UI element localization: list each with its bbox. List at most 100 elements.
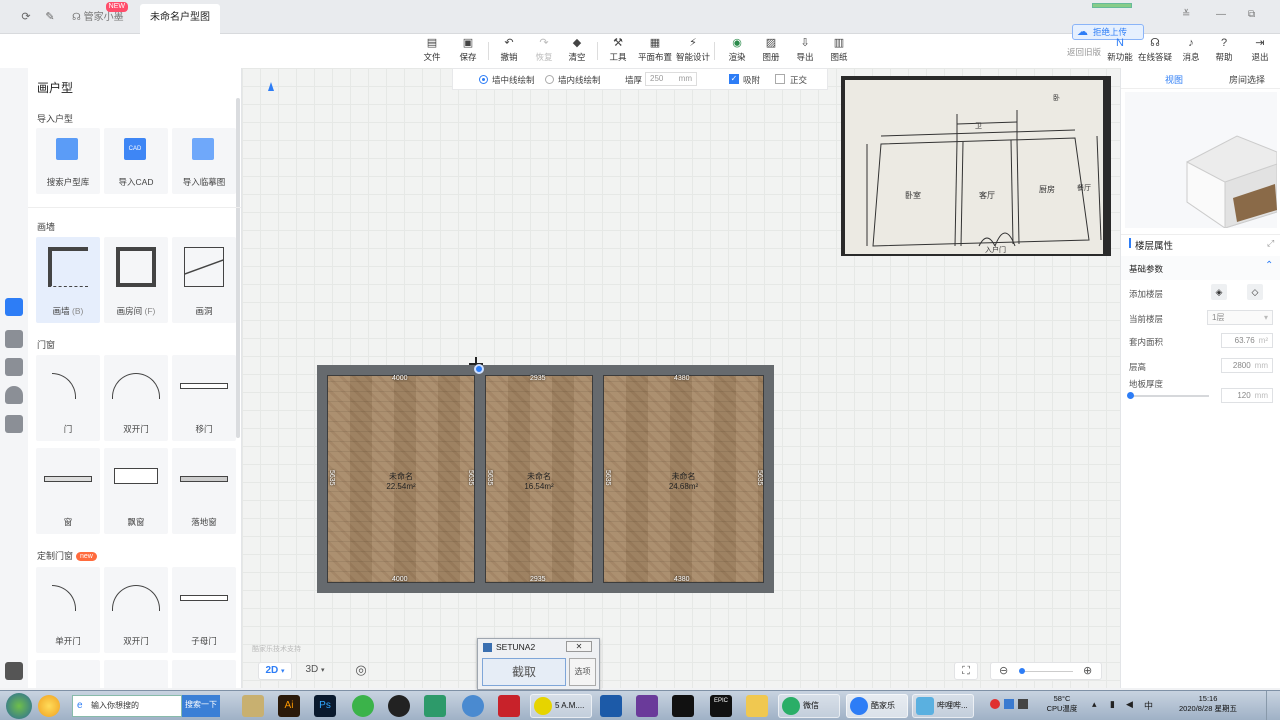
add-floor-down-icon[interactable]: ◇ — [1247, 284, 1263, 300]
slab-thickness-input[interactable]: 120 mm — [1221, 388, 1273, 403]
tray-icon[interactable] — [1018, 699, 1028, 709]
single-door-card[interactable]: 单开门 — [36, 567, 100, 653]
capture-button[interactable]: 截取 — [482, 658, 566, 686]
volume-icon[interactable]: ◀ — [1126, 699, 1133, 710]
taskbar-item-wechat[interactable]: 微信 — [778, 694, 840, 718]
window-card[interactable]: 窗 — [36, 448, 100, 534]
add-floor-up-icon[interactable]: ◈ — [1211, 284, 1227, 300]
room-3[interactable]: 4380 4380 5635 5635 未命名 24.68m² — [603, 375, 764, 583]
export-button[interactable]: ⇩ 导出 — [788, 36, 822, 66]
online-help-button[interactable]: ☊ 在线答疑 — [1138, 36, 1172, 66]
view-2d-button[interactable]: 2D ▾ — [258, 662, 292, 680]
zoom-in-icon[interactable]: ⊕ — [1083, 663, 1092, 679]
render-button[interactable]: ◉ 渲染 — [720, 36, 754, 66]
minimize-icon[interactable]: — — [1216, 9, 1226, 20]
ortho-checkbox[interactable] — [775, 74, 785, 84]
taskbar-item-kujiale[interactable]: 酷家乐 — [846, 694, 908, 718]
wall-drag-handle[interactable] — [474, 364, 484, 374]
app-icon[interactable] — [242, 695, 264, 717]
sketchup-icon[interactable] — [600, 695, 622, 717]
mother-son-door-card[interactable]: 子母门 — [172, 567, 236, 653]
photoshop-icon[interactable]: Ps — [314, 695, 336, 717]
tray-icon[interactable] — [990, 699, 1000, 709]
smart-design-button[interactable]: ⚡ 智能设计 — [676, 36, 710, 66]
show-desktop-button[interactable] — [1266, 691, 1280, 720]
furniture-icon[interactable] — [5, 330, 23, 348]
message-button[interactable]: ♪ 消息 — [1174, 36, 1208, 66]
expand-icon[interactable]: ⤢ — [1267, 238, 1274, 249]
more-card[interactable] — [104, 660, 168, 688]
slab-slider-thumb[interactable] — [1127, 392, 1134, 399]
folder-icon[interactable] — [746, 695, 768, 717]
fit-view-icon[interactable]: ⛶ — [954, 662, 978, 680]
app-icon[interactable] — [462, 695, 484, 717]
zoom-out-icon[interactable]: ⊖ — [999, 663, 1008, 679]
panel-scrollbar[interactable] — [236, 98, 240, 438]
options-button[interactable]: 选项 — [569, 658, 596, 686]
autocad-icon[interactable] — [498, 695, 520, 717]
tab-assistant[interactable]: ☊ 管家小墨 NEW — [62, 2, 136, 34]
drawing-button[interactable]: ▥ 图纸 — [822, 36, 856, 66]
new-feature-button[interactable]: N 新功能 — [1103, 36, 1137, 66]
floor-plan[interactable]: 4000 4000 5635 5635 未命名 22.54m² 2935 293… — [317, 365, 774, 593]
draw-hole-card[interactable]: 画洞 — [172, 237, 236, 323]
help-button[interactable]: ? 帮助 — [1207, 36, 1241, 66]
redo-button[interactable]: ↷ 恢复 — [527, 36, 561, 66]
taskbar-item-music[interactable]: 5 A.M.... — [530, 694, 592, 718]
app-icon[interactable] — [672, 695, 694, 717]
zoom-slider-track[interactable] — [1021, 671, 1073, 672]
close-icon[interactable]: ✕ — [566, 641, 592, 652]
tray-icon[interactable] — [1004, 699, 1014, 709]
browser-icon[interactable] — [38, 695, 60, 717]
room-2[interactable]: 2935 2935 5635 未命名 16.54m² — [485, 375, 593, 583]
draw-wall-card[interactable]: 画墙 (B) — [36, 237, 100, 323]
view-3d-button[interactable]: 3D ▾ — [298, 662, 332, 680]
panel-toggle-icon[interactable] — [5, 662, 23, 680]
network-icon[interactable]: ▮ — [1110, 699, 1115, 710]
draw-room-card[interactable]: 画房间 (F) — [104, 237, 168, 323]
back-to-old-link[interactable]: 返回旧版 — [1067, 46, 1101, 58]
chevron-up-icon[interactable]: ⌃ — [1265, 260, 1273, 271]
import-trace-card[interactable]: 导入临摹图 — [172, 128, 236, 194]
search-library-card[interactable]: 搜索户型库 — [36, 128, 100, 194]
cabinet-icon[interactable] — [5, 415, 23, 433]
zoom-slider-thumb[interactable] — [1019, 668, 1025, 674]
floor-height-input[interactable]: 2800 mm — [1221, 358, 1273, 373]
custom-double-door-card[interactable]: 双开门 — [104, 567, 168, 653]
inner-line-radio[interactable] — [545, 75, 554, 84]
pin-icon[interactable]: ✎ — [42, 9, 58, 25]
clock[interactable]: 15:16 2020/8/28 星期五 — [1160, 694, 1256, 714]
reference-sketch-image[interactable]: 卧室 客厅 厨房 卫 餐厅 入户门 卧 — [841, 76, 1111, 256]
tray-arrow-icon[interactable]: ▴ — [1092, 699, 1097, 710]
eye-icon[interactable]: ◎ — [348, 662, 374, 680]
collapse-icon[interactable]: ≚ — [1182, 9, 1190, 20]
room-1[interactable]: 4000 4000 5635 5635 未命名 22.54m² — [327, 375, 475, 583]
search-input[interactable]: e 输入你想搜的 — [72, 695, 182, 717]
qq-icon[interactable] — [388, 695, 410, 717]
undo-button[interactable]: ↶ 撤销 — [492, 36, 526, 66]
double-door-card[interactable]: 双开门 — [104, 355, 168, 441]
center-line-radio[interactable] — [479, 75, 488, 84]
more-card[interactable] — [172, 660, 236, 688]
browser-360-icon[interactable] — [352, 695, 374, 717]
illustrator-icon[interactable]: Ai — [278, 695, 300, 717]
exit-button[interactable]: ⇥ 退出 — [1243, 36, 1277, 66]
layout-button[interactable]: ▦ 平面布置 — [638, 36, 672, 66]
tab-room-select[interactable]: 房间选择 — [1229, 73, 1265, 86]
import-cad-card[interactable]: CAD 导入CAD — [104, 128, 168, 194]
more-card[interactable] — [36, 660, 100, 688]
save-button[interactable]: ▣ 保存 — [451, 36, 485, 66]
input-method-icon[interactable]: 中 — [1144, 699, 1153, 712]
current-floor-select[interactable]: 1层 ▾ — [1207, 310, 1273, 325]
app-icon[interactable] — [636, 695, 658, 717]
clear-button[interactable]: ◆ 清空 — [560, 36, 594, 66]
album-button[interactable]: ▨ 图册 — [754, 36, 788, 66]
epic-games-icon[interactable]: EPIC — [710, 695, 732, 717]
taskbar-item-bilibili[interactable]: 哔哩哔... — [912, 694, 974, 718]
3dsmax-icon[interactable] — [424, 695, 446, 717]
snap-checkbox[interactable]: ✓ — [729, 74, 739, 84]
sliding-door-card[interactable]: 移门 — [172, 355, 236, 441]
door-card[interactable]: 门 — [36, 355, 100, 441]
wall-thickness-input[interactable]: 250 mm — [645, 72, 697, 86]
bay-window-card[interactable]: 飘窗 — [104, 448, 168, 534]
